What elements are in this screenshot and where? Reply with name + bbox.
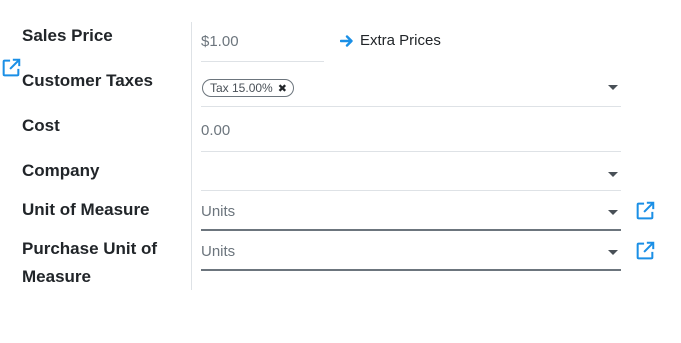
arrow-right-icon [340, 34, 353, 47]
column-divider [191, 22, 192, 290]
external-link-icon[interactable] [0, 57, 22, 79]
external-link-icon[interactable] [634, 200, 656, 222]
cost-label: Cost [22, 116, 60, 135]
tag-remove-icon[interactable]: ✖ [278, 82, 287, 95]
company-label: Company [22, 161, 100, 180]
unit-of-measure-underline [201, 229, 621, 231]
external-link-icon[interactable] [634, 240, 656, 262]
caret-down-icon[interactable] [608, 210, 618, 215]
sales-price-input[interactable]: $1.00 [201, 32, 239, 52]
tax-tag-label: Tax 15.00% [210, 81, 273, 95]
extra-prices-button[interactable]: Extra Prices [340, 32, 441, 49]
cost-input[interactable]: 0.00 [201, 121, 230, 141]
caret-down-icon[interactable] [608, 85, 618, 90]
caret-down-icon[interactable] [608, 172, 618, 177]
company-underline [201, 190, 621, 191]
purchase-unit-underline [201, 269, 621, 271]
unit-of-measure-select[interactable]: Units [201, 202, 235, 222]
customer-taxes-underline [201, 106, 621, 107]
caret-down-icon[interactable] [608, 250, 618, 255]
extra-prices-label: Extra Prices [360, 32, 441, 49]
tax-tag: Tax 15.00% ✖ [202, 79, 294, 97]
cost-underline [201, 151, 621, 152]
unit-of-measure-label: Unit of Measure [22, 200, 150, 219]
customer-taxes-label: Customer Taxes [22, 71, 154, 90]
purchase-unit-label-line2: Measure [22, 267, 91, 286]
company-select[interactable] [201, 162, 601, 182]
purchase-unit-label-line1: Purchase Unit of [22, 239, 158, 258]
sales-price-label: Sales Price [22, 26, 113, 45]
purchase-unit-select[interactable]: Units [201, 242, 235, 262]
sales-price-underline [201, 61, 324, 62]
